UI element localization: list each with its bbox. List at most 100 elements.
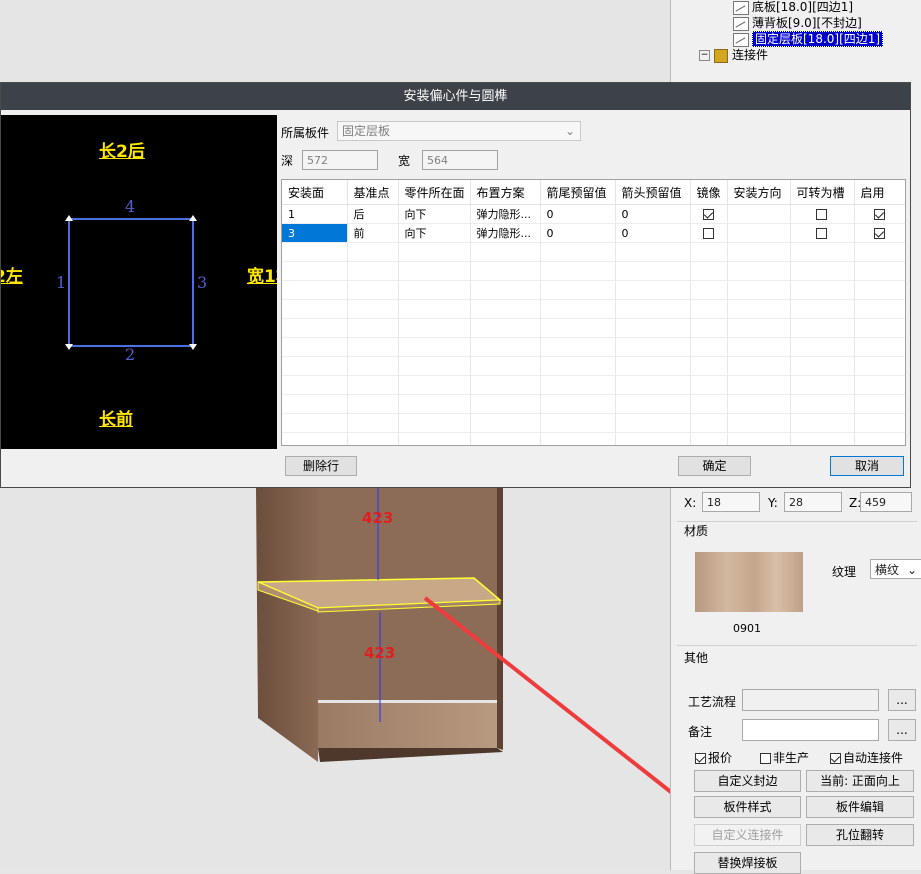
replace-weld-button[interactable]: 替换焊接板 xyxy=(694,852,801,874)
empty-row xyxy=(282,280,905,300)
custom-connector-button[interactable]: 自定义连接件 xyxy=(694,824,801,846)
autoconn-label: 自动连接件 xyxy=(843,751,904,765)
mirror-checkbox[interactable] xyxy=(702,228,714,239)
width-field[interactable]: 564 xyxy=(422,150,498,170)
cell-enabled[interactable] xyxy=(854,223,905,243)
current-orientation-button[interactable]: 当前: 正面向上 xyxy=(806,770,914,792)
checkbox-icon[interactable] xyxy=(830,753,841,764)
cell-mirror[interactable] xyxy=(690,204,728,224)
dimension-label-top: 423 xyxy=(362,509,394,527)
empty-row xyxy=(282,375,905,395)
cell-slot[interactable] xyxy=(790,223,855,243)
preview-right-label: 宽1右 xyxy=(247,267,277,287)
empty-row xyxy=(282,299,905,319)
autoconn-checkbox[interactable]: 自动连接件 xyxy=(830,749,903,766)
column-header[interactable]: 箭尾预留值 xyxy=(540,180,616,205)
cell-face[interactable]: 3 xyxy=(282,223,348,243)
cell-base[interactable]: 后 xyxy=(347,204,399,224)
empty-row xyxy=(282,261,905,281)
edge-number-bottom: 2 xyxy=(125,345,136,364)
column-header[interactable]: 启用 xyxy=(854,180,905,205)
quote-label: 报价 xyxy=(708,751,733,765)
dimension-label-bottom: 423 xyxy=(364,644,396,662)
tree-item-connectors[interactable]: − 连接件 xyxy=(699,47,768,63)
mirror-checkbox[interactable] xyxy=(702,209,714,220)
process-browse-button[interactable]: ... xyxy=(888,689,916,711)
table-row[interactable]: 1 后 向下 弹力隐形... 0 0 xyxy=(282,204,905,224)
enabled-checkbox[interactable] xyxy=(873,209,885,220)
note-browse-button[interactable]: ... xyxy=(888,719,916,741)
table-row[interactable]: 3 前 向下 弹力隐形... 0 0 xyxy=(282,223,905,243)
checkbox-icon[interactable] xyxy=(760,753,771,764)
edge-number-left: 1 xyxy=(56,273,67,292)
column-header[interactable]: 零件所在面 xyxy=(398,180,471,205)
ok-button[interactable]: 确定 xyxy=(678,456,751,476)
cell-scheme[interactable]: 弹力隐形... xyxy=(470,223,541,243)
board-style-button[interactable]: 板件样式 xyxy=(694,796,801,818)
tree-item-fixed-shelf[interactable]: 固定层板[18.0][四边1] xyxy=(733,31,884,47)
texture-select[interactable]: 横纹 ⌄ xyxy=(870,559,921,579)
material-swatch[interactable] xyxy=(695,552,803,612)
note-field[interactable] xyxy=(742,719,879,741)
tree-item-label: 底板[18.0][四边1] xyxy=(752,0,854,14)
cancel-button[interactable]: 取消 xyxy=(830,456,904,476)
eccentric-dowel-dialog: 安装偏心件与圆榫 长2后 长前 宽2左 宽1右 4 1 3 2 所属板件 固定层… xyxy=(0,82,911,488)
connector-grid[interactable]: 安装面 基准点 零件所在面 布置方案 箭尾预留值 箭头预留值 镜像 安装方向 可… xyxy=(281,179,906,446)
edge-number-right: 3 xyxy=(197,273,208,292)
delete-row-button[interactable]: 删除行 xyxy=(285,456,357,476)
column-header[interactable]: 基准点 xyxy=(347,180,399,205)
tree-item-bottom-board[interactable]: 底板[18.0][四边1] xyxy=(733,0,853,15)
tree-item-back-board[interactable]: 薄背板[9.0][不封边] xyxy=(733,15,862,31)
parent-board-label: 所属板件 xyxy=(281,126,330,140)
column-header[interactable]: 安装方向 xyxy=(727,180,791,205)
edge-number-top: 4 xyxy=(125,197,136,216)
cell-enabled[interactable] xyxy=(854,204,905,224)
board-outline xyxy=(65,215,197,350)
cell-direction[interactable] xyxy=(727,223,791,243)
cell-slot[interactable] xyxy=(790,204,855,224)
preview-bottom-label: 长前 xyxy=(99,410,133,430)
column-header[interactable]: 安装面 xyxy=(282,180,348,205)
z-field[interactable]: 459 xyxy=(860,492,912,512)
slot-checkbox[interactable] xyxy=(816,228,827,239)
dialog-title[interactable]: 安装偏心件与圆榫 xyxy=(1,83,910,110)
preview-top-label: 长2后 xyxy=(99,142,145,162)
cell-head[interactable]: 0 xyxy=(615,204,691,224)
cell-side[interactable]: 向下 xyxy=(398,204,471,224)
process-field[interactable] xyxy=(742,689,879,711)
cell-head[interactable]: 0 xyxy=(615,223,691,243)
tree-item-label: 固定层板[18.0][四边1] xyxy=(752,31,884,47)
material-code: 0901 xyxy=(733,622,761,635)
column-header[interactable]: 布置方案 xyxy=(470,180,541,205)
column-header[interactable]: 镜像 xyxy=(690,180,728,205)
x-field[interactable]: 18 xyxy=(702,492,760,512)
nonprod-checkbox[interactable]: 非生产 xyxy=(760,749,809,766)
checkbox-icon[interactable] xyxy=(695,753,706,764)
custom-edge-button[interactable]: 自定义封边 xyxy=(694,770,801,792)
cell-face[interactable]: 1 xyxy=(282,204,348,224)
empty-row xyxy=(282,318,905,338)
slot-checkbox[interactable] xyxy=(816,209,827,220)
cell-side[interactable]: 向下 xyxy=(398,223,471,243)
cell-base[interactable]: 前 xyxy=(347,223,399,243)
column-header[interactable]: 可转为槽 xyxy=(790,180,855,205)
cell-direction[interactable] xyxy=(727,204,791,224)
board-icon xyxy=(733,16,749,31)
board-edit-button[interactable]: 板件编辑 xyxy=(806,796,914,818)
y-field[interactable]: 28 xyxy=(784,492,842,512)
cell-tail[interactable]: 0 xyxy=(540,204,616,224)
quote-checkbox[interactable]: 报价 xyxy=(695,749,732,766)
note-label: 备注 xyxy=(688,725,713,739)
hole-flip-button[interactable]: 孔位翻转 xyxy=(806,824,914,846)
cell-tail[interactable]: 0 xyxy=(540,223,616,243)
column-header[interactable]: 箭头预留值 xyxy=(615,180,691,205)
board-icon xyxy=(733,32,749,47)
cell-mirror[interactable] xyxy=(690,223,728,243)
enabled-checkbox[interactable] xyxy=(873,228,885,239)
cell-scheme[interactable]: 弹力隐形... xyxy=(470,204,541,224)
depth-field[interactable]: 572 xyxy=(302,150,378,170)
collapse-icon[interactable]: − xyxy=(699,50,710,61)
folder-icon xyxy=(714,48,728,63)
parent-board-select[interactable]: 固定层板 ⌄ xyxy=(337,121,581,141)
board-icon xyxy=(733,0,749,15)
